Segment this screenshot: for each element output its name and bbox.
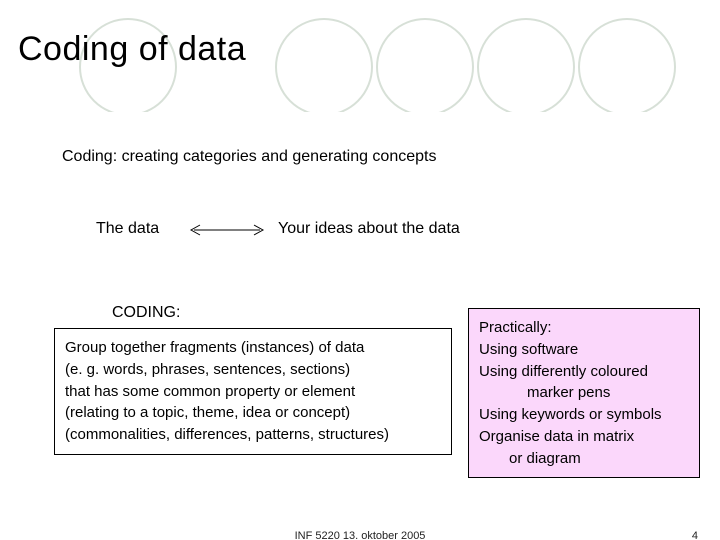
right-line-3b: marker pens xyxy=(527,382,689,404)
left-line-4: (relating to a topic, theme, idea or con… xyxy=(65,402,441,424)
right-line-5b: or diagram xyxy=(509,448,689,470)
subtitle-text: Coding: creating categories and generati… xyxy=(62,148,436,166)
left-line-2: (e. g. words, phrases, sentences, sectio… xyxy=(65,359,441,381)
left-line-5: (commonalities, differences, patterns, s… xyxy=(65,424,441,446)
slide-number: 4 xyxy=(692,530,698,540)
your-ideas-label: Your ideas about the data xyxy=(278,220,460,238)
the-data-label: The data xyxy=(96,220,159,238)
right-line-4: Using keywords or symbols xyxy=(479,404,689,426)
footer-course-date: INF 5220 13. oktober 2005 xyxy=(295,530,426,540)
coding-description-box: Group together fragments (instances) of … xyxy=(54,328,452,455)
slide: Coding of data Coding: creating categori… xyxy=(0,0,720,540)
practically-box: Practically: Using software Using differ… xyxy=(468,308,700,478)
left-line-1: Group together fragments (instances) of … xyxy=(65,337,441,359)
right-line-1: Practically: xyxy=(479,317,689,339)
right-line-2: Using software xyxy=(479,339,689,361)
right-line-3: Using differently coloured xyxy=(479,361,689,383)
left-line-3: that has some common property or element xyxy=(65,381,441,403)
coding-heading: CODING: xyxy=(112,304,180,322)
double-arrow-icon xyxy=(188,222,266,238)
right-line-5: Organise data in matrix xyxy=(479,426,689,448)
slide-title: Coding of data xyxy=(18,30,246,69)
